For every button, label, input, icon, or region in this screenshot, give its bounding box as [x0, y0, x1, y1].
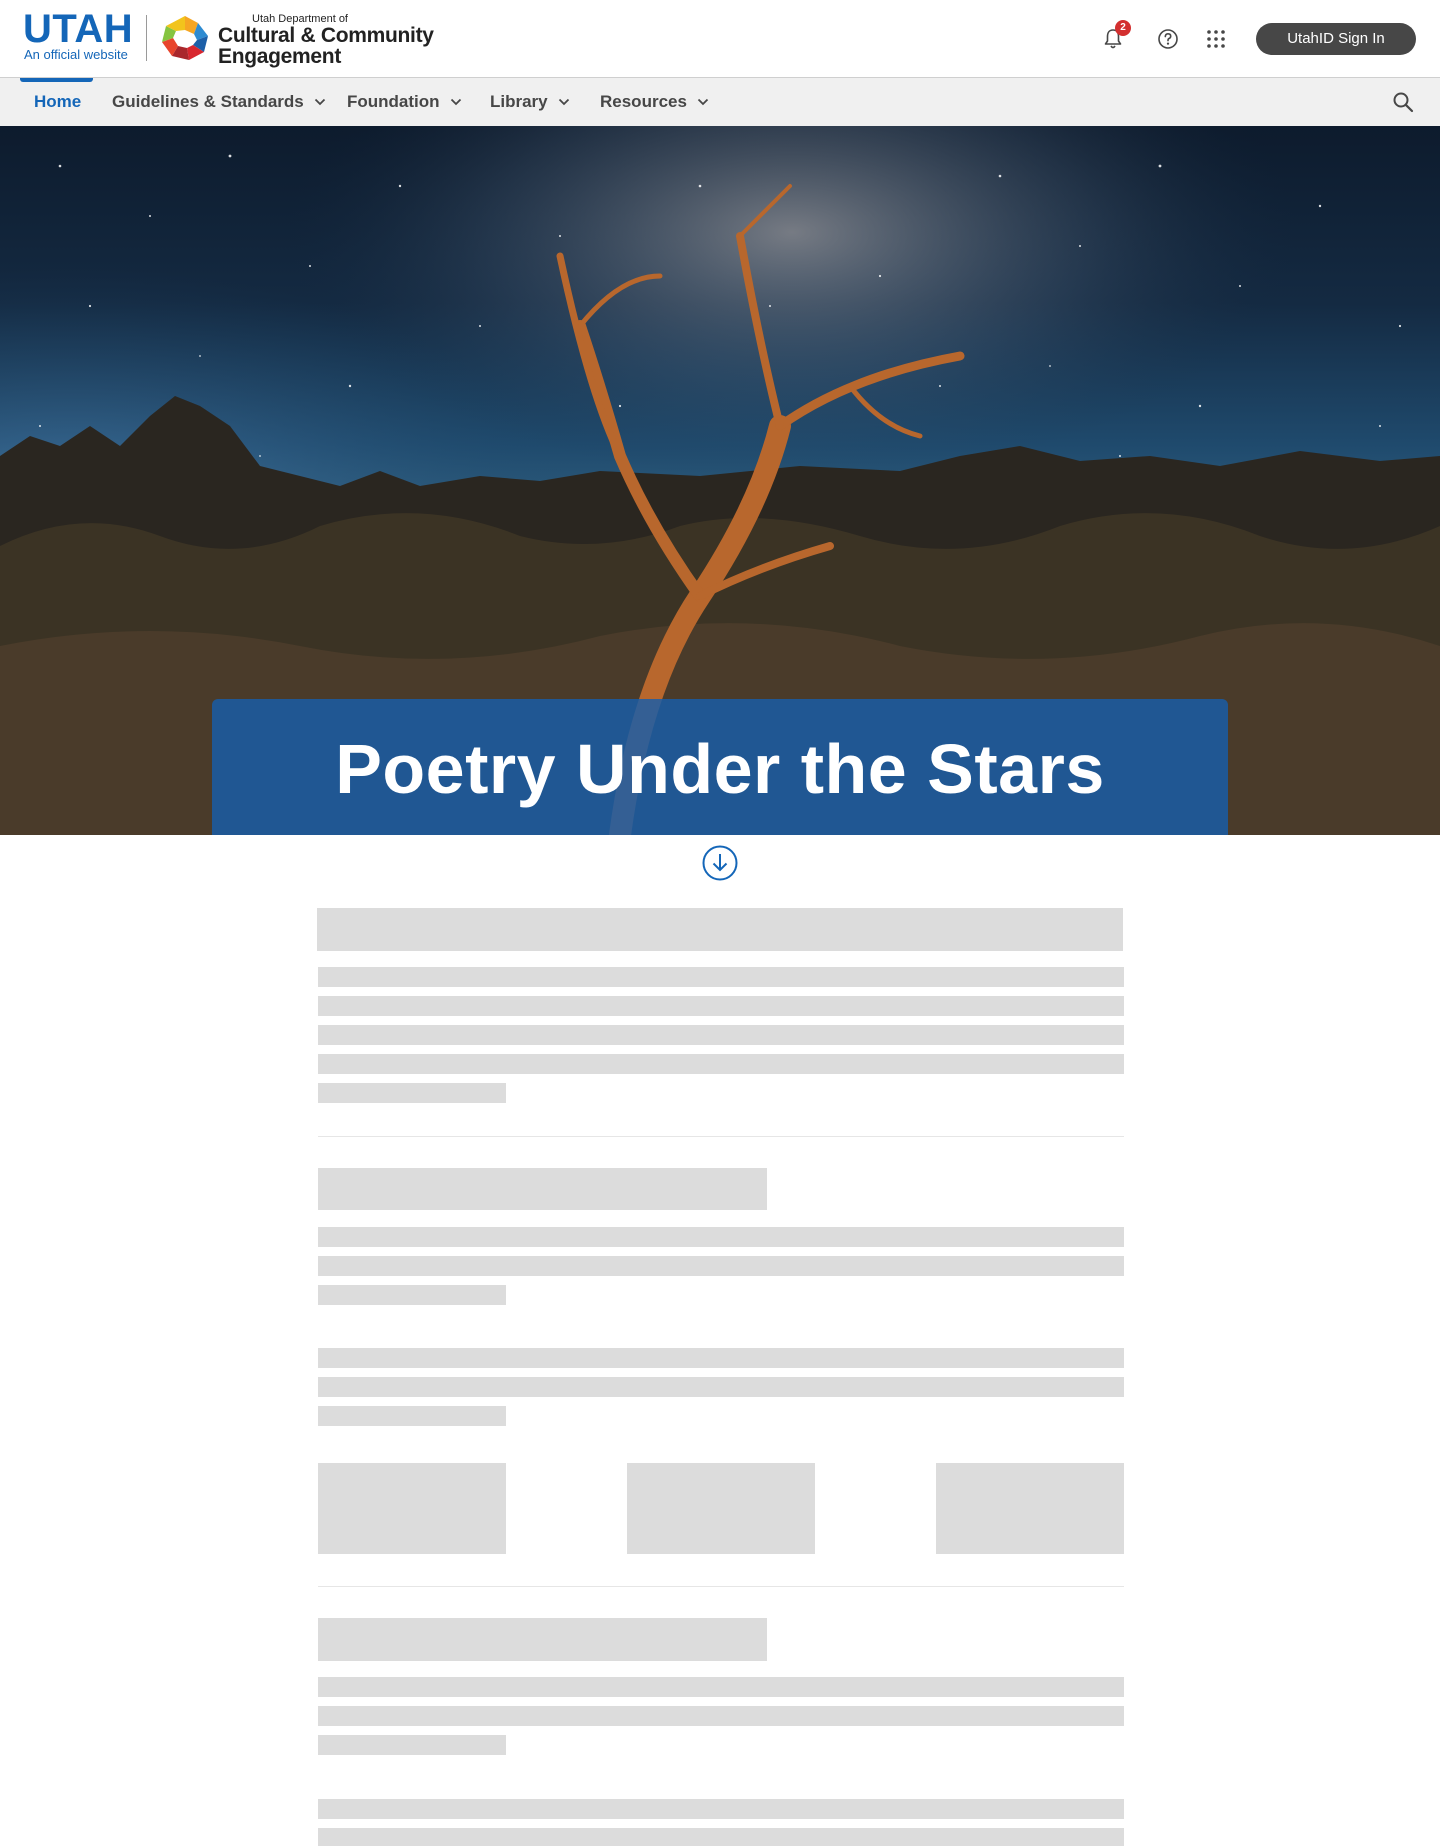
- skeleton-line: [318, 1348, 1124, 1368]
- nav-item-label: Foundation: [347, 92, 440, 111]
- skeleton-line: [318, 1677, 1124, 1697]
- nav-item-resources[interactable]: Resources: [600, 78, 709, 126]
- search-icon[interactable]: [1392, 91, 1414, 113]
- section-divider: [318, 1136, 1124, 1137]
- skeleton-card: [318, 1463, 506, 1554]
- main-nav: Home Guidelines & Standards Foundation L…: [0, 78, 1440, 126]
- skeleton-line: [318, 1083, 506, 1103]
- skeleton-heading: [317, 908, 1123, 951]
- nav-item-label: Guidelines & Standards: [112, 92, 304, 111]
- nav-item-label: Resources: [600, 92, 687, 111]
- utah-logo[interactable]: UTAH An official website: [23, 7, 134, 63]
- skeleton-line: [318, 1054, 1124, 1074]
- nav-item-label: Library: [490, 92, 548, 111]
- site-header: UTAH An official website Utah Department…: [0, 0, 1440, 78]
- apps-grid-icon: [1207, 30, 1225, 48]
- chevron-down-icon: [450, 98, 462, 106]
- section-divider: [318, 1586, 1124, 1587]
- nav-item-label: Home: [34, 92, 82, 111]
- dcce-logo-mark-icon[interactable]: [160, 14, 210, 62]
- skeleton-line: [318, 996, 1124, 1016]
- skeleton-subheading: [318, 1168, 767, 1210]
- page-title: Poetry Under the Stars: [335, 730, 1105, 808]
- skeleton-line: [318, 1735, 506, 1755]
- chevron-down-icon: [314, 98, 326, 106]
- nav-item-home[interactable]: Home: [34, 78, 81, 126]
- utahid-signin-button[interactable]: UtahID Sign In: [1256, 23, 1416, 55]
- skeleton-line: [318, 1828, 1124, 1846]
- skeleton-line: [318, 1227, 1124, 1247]
- skeleton-line: [318, 1285, 506, 1305]
- help-icon: [1158, 29, 1178, 49]
- chevron-down-icon: [558, 98, 570, 106]
- skeleton-line: [318, 1256, 1124, 1276]
- scroll-down-arrow-icon[interactable]: [702, 845, 738, 881]
- agency-name-line1: Cultural & Community: [218, 24, 434, 47]
- agency-name-line2: Engagement: [218, 45, 342, 68]
- skeleton-subheading: [318, 1618, 767, 1661]
- nav-item-library[interactable]: Library: [490, 78, 570, 126]
- utah-logo-text: UTAH: [23, 7, 134, 51]
- skeleton-line: [318, 1406, 506, 1426]
- skeleton-card: [936, 1463, 1124, 1554]
- agency-name[interactable]: Utah Department of Cultural & Community …: [218, 13, 434, 67]
- hero-title-box: Poetry Under the Stars: [212, 699, 1228, 835]
- skeleton-line: [318, 1799, 1124, 1819]
- help-button[interactable]: [1154, 25, 1182, 53]
- skeleton-line: [318, 967, 1124, 987]
- skeleton-card: [627, 1463, 815, 1554]
- skeleton-line: [318, 1025, 1124, 1045]
- chevron-down-icon: [697, 98, 709, 106]
- logo-divider: [146, 15, 147, 61]
- apps-menu-button[interactable]: [1202, 25, 1230, 53]
- nav-item-guidelines-standards[interactable]: Guidelines & Standards: [112, 78, 326, 126]
- official-website-link[interactable]: An official website: [24, 47, 128, 63]
- skeleton-line: [318, 1377, 1124, 1397]
- skeleton-line: [318, 1706, 1124, 1726]
- notification-count-badge: 2: [1115, 20, 1131, 36]
- nav-item-foundation[interactable]: Foundation: [347, 78, 462, 126]
